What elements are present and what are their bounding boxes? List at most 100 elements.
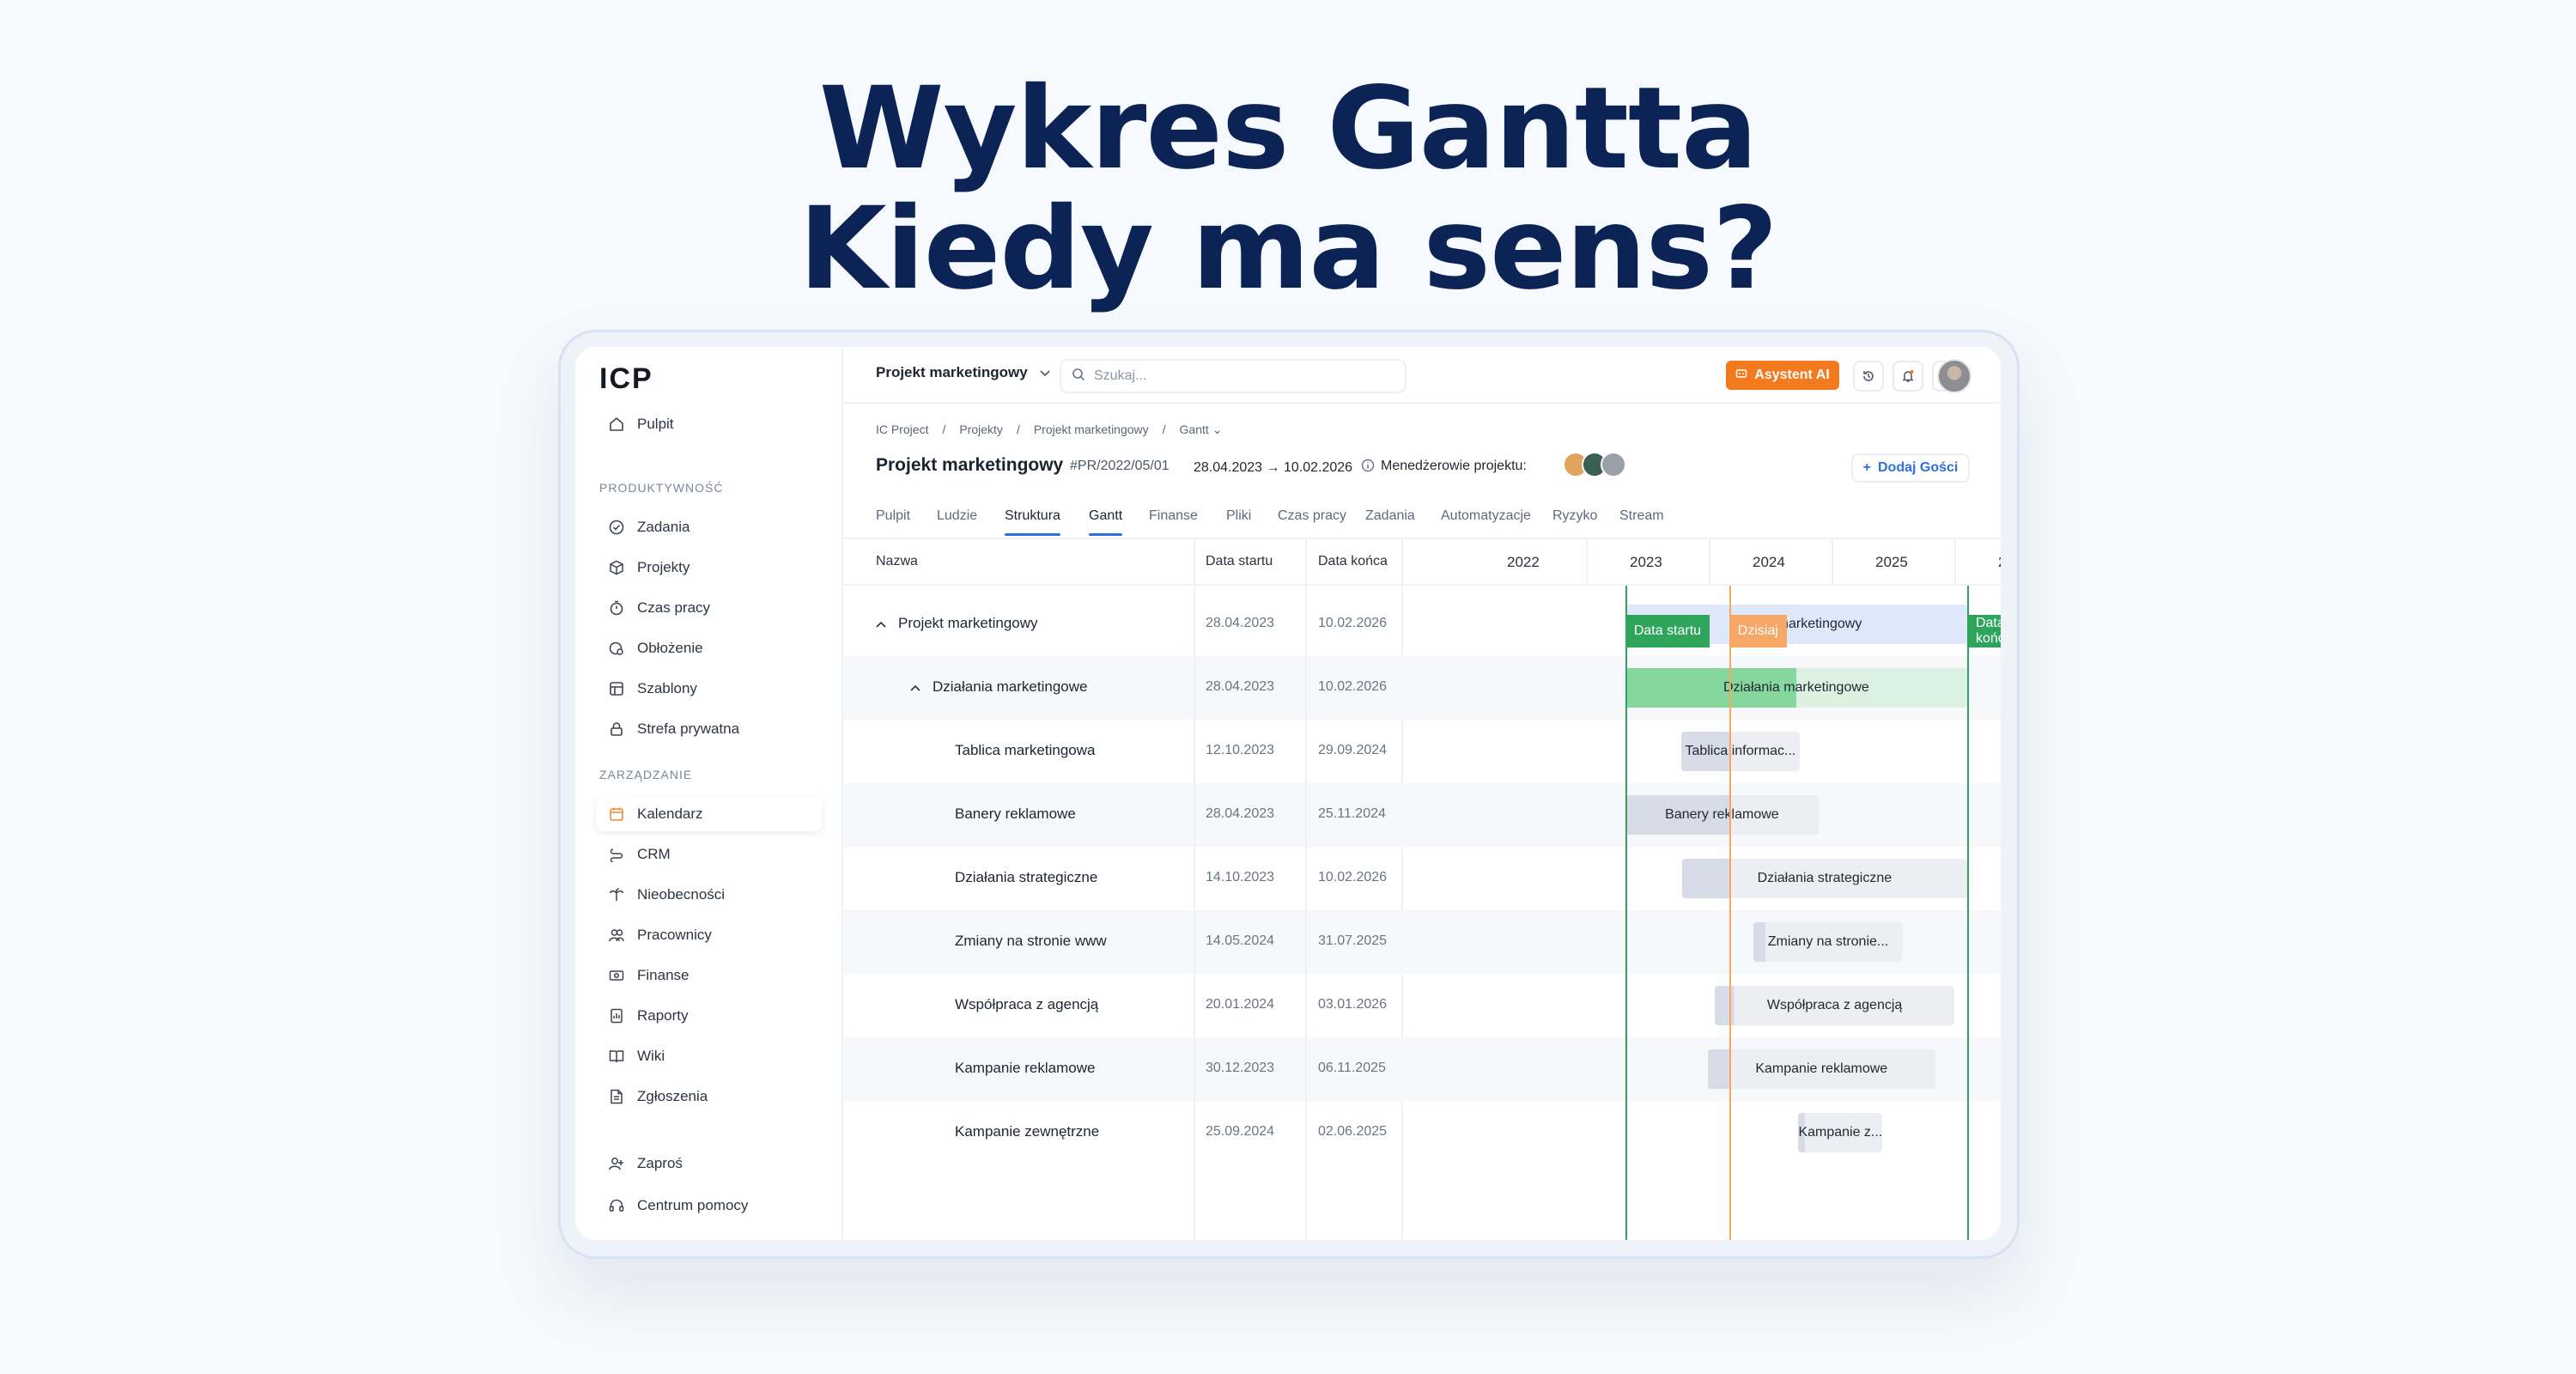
row-name: Zmiany na stronie www bbox=[955, 933, 1107, 949]
breadcrumb-project[interactable]: Projekt marketingowy bbox=[1034, 423, 1149, 437]
gantt-bar[interactable]: Zmiany na stronie... bbox=[1753, 922, 1903, 962]
gantt-bar[interactable]: Kampanie z... bbox=[1798, 1113, 1883, 1152]
tab-ryzyko[interactable]: Ryzyko bbox=[1552, 508, 1597, 524]
sidebar-item-label: CRM bbox=[637, 846, 671, 862]
row-end-date: 02.06.2025 bbox=[1318, 1124, 1388, 1139]
plus-icon: + bbox=[1862, 460, 1871, 475]
row-start-date: 14.10.2023 bbox=[1206, 870, 1275, 885]
sidebar-item-label: Finanse bbox=[637, 967, 690, 983]
search-box[interactable]: Szukaj... bbox=[1060, 359, 1406, 393]
row-name: Banery reklamowe bbox=[955, 806, 1076, 822]
user-avatar[interactable] bbox=[1937, 359, 1971, 393]
sidebar-item-czas-pracy[interactable]: Czas pracy bbox=[596, 591, 823, 625]
bell-icon[interactable] bbox=[1893, 361, 1923, 392]
sidebar-item-label: Obłożenie bbox=[637, 640, 703, 656]
gantt-bar[interactable]: Działania marketingowe bbox=[1625, 668, 1967, 708]
breadcrumb-projekty[interactable]: Projekty bbox=[959, 423, 1003, 437]
tab-pliki[interactable]: Pliki bbox=[1226, 508, 1251, 524]
tab-stream[interactable]: Stream bbox=[1619, 508, 1664, 524]
gantt-bar[interactable]: Działania strategiczne bbox=[1681, 859, 1967, 898]
sidebar-item-kalendarz[interactable]: Kalendarz bbox=[596, 797, 823, 831]
project-selector[interactable]: Projekt marketingowy bbox=[876, 364, 1050, 381]
project-code: #PR/2022/05/01 bbox=[1070, 459, 1170, 473]
sidebar-item-zapros[interactable]: Zaproś bbox=[596, 1146, 823, 1181]
sidebar-item-zgloszenia[interactable]: Zgłoszenia bbox=[596, 1079, 823, 1114]
row-start-date: 20.01.2024 bbox=[1206, 997, 1275, 1012]
sidebar-item-label: Czas pracy bbox=[637, 599, 711, 616]
ai-assistant-button[interactable]: Asystent AI bbox=[1726, 361, 1839, 390]
sidebar-item-pulpit[interactable]: Pulpit bbox=[596, 407, 823, 441]
logo[interactable]: ICP bbox=[599, 362, 653, 396]
info-icon[interactable] bbox=[1361, 459, 1375, 477]
tab-pulpit[interactable]: Pulpit bbox=[876, 508, 910, 524]
sidebar-item-pracownicy[interactable]: Pracownicy bbox=[596, 918, 823, 952]
column-header-name[interactable]: Nazwa bbox=[876, 554, 918, 569]
tab-zadania[interactable]: Zadania bbox=[1365, 508, 1415, 524]
row-name-cell: Działania strategiczne bbox=[955, 869, 1097, 886]
search-icon bbox=[1072, 368, 1085, 386]
sidebar-item-oblozenie[interactable]: Obłożenie bbox=[596, 631, 823, 666]
tab-ludzie[interactable]: Ludzie bbox=[937, 508, 977, 524]
sidebar-item-finanse[interactable]: Finanse bbox=[596, 958, 823, 993]
history-icon[interactable] bbox=[1853, 361, 1884, 392]
project-tabs: Pulpit Ludzie Struktura Gantt Finanse Pl… bbox=[843, 495, 2001, 539]
gantt-bar[interactable]: Współpraca z agencją bbox=[1714, 986, 1955, 1025]
managers-avatars[interactable] bbox=[1563, 452, 1626, 477]
gantt-bar[interactable]: Kampanie reklamowe bbox=[1707, 1049, 1935, 1089]
row-name-cell: Kampanie reklamowe bbox=[955, 1060, 1095, 1077]
column-divider bbox=[1194, 539, 1195, 1240]
top-bar: Projekt marketingowy Szukaj... Asystent … bbox=[843, 347, 2001, 404]
home-icon bbox=[608, 416, 625, 433]
year-label: 2024 bbox=[1753, 554, 1785, 570]
chevron-up-icon[interactable] bbox=[910, 678, 920, 696]
breadcrumb-gantt[interactable]: Gantt ⌄ bbox=[1180, 423, 1223, 437]
sidebar-item-szablony[interactable]: Szablony bbox=[596, 672, 823, 706]
today-marker-flag: Dzisiaj bbox=[1728, 615, 1787, 647]
tab-struktura[interactable]: Struktura bbox=[1005, 508, 1060, 536]
sidebar-section-management: ZARZĄDZANIE bbox=[599, 768, 693, 781]
column-header-start[interactable]: Data startu bbox=[1206, 554, 1273, 569]
book-icon bbox=[608, 1048, 625, 1065]
column-header-end[interactable]: Data końca bbox=[1318, 554, 1388, 569]
gantt-bar[interactable]: Banery reklamowe bbox=[1625, 795, 1820, 835]
sidebar-item-strefa-prywatna[interactable]: Strefa prywatna bbox=[596, 712, 823, 746]
sidebar-item-nieobecnosci[interactable]: Nieobecności bbox=[596, 878, 823, 912]
row-end-date: 10.02.2026 bbox=[1318, 679, 1388, 694]
row-end-date: 06.11.2025 bbox=[1318, 1061, 1386, 1075]
sidebar-item-label: Nieobecności bbox=[637, 886, 726, 903]
tab-automatyzacje[interactable]: Automatyzacje bbox=[1441, 508, 1531, 524]
gantt-bar-label: Współpraca z agencją bbox=[1766, 998, 1903, 1012]
year-separator bbox=[1708, 539, 1710, 586]
add-guests-button[interactable]: + Dodaj Gości bbox=[1851, 453, 1970, 483]
tab-finanse[interactable]: Finanse bbox=[1149, 508, 1198, 524]
start-date-marker-flag: Data startu bbox=[1625, 615, 1710, 647]
chevron-down-icon bbox=[1040, 364, 1050, 381]
headline: Wykres Gantta Kiedy ma sens? bbox=[0, 69, 2576, 309]
row-name-cell: Tablica marketingowa bbox=[955, 742, 1095, 759]
chevron-down-icon: ⌄ bbox=[1212, 423, 1223, 436]
tab-czas-pracy[interactable]: Czas pracy bbox=[1278, 508, 1346, 524]
tab-gantt[interactable]: Gantt bbox=[1089, 508, 1123, 536]
gantt-bar-label: Banery reklamowe bbox=[1665, 807, 1779, 822]
gantt-bar[interactable]: Tablica informac... bbox=[1681, 732, 1800, 771]
sidebar-item-zadania[interactable]: Zadania bbox=[596, 510, 823, 544]
sparkle-icon bbox=[1735, 368, 1747, 384]
breadcrumb-separator: / bbox=[942, 423, 946, 436]
search-input[interactable]: Szukaj... bbox=[1094, 368, 1146, 384]
sidebar-item-centrum-pomocy[interactable]: Centrum pomocy bbox=[596, 1189, 823, 1223]
row-name-cell: Współpraca z agencją bbox=[955, 996, 1098, 1013]
row-start-date: 25.09.2024 bbox=[1206, 1124, 1275, 1139]
sidebar-item-raporty[interactable]: Raporty bbox=[596, 999, 823, 1033]
sidebar-item-crm[interactable]: CRM bbox=[596, 837, 823, 872]
row-name-cell: Zmiany na stronie www bbox=[955, 933, 1107, 950]
row-name-cell: Banery reklamowe bbox=[955, 806, 1076, 823]
cube-icon bbox=[608, 559, 625, 576]
row-name-cell: Projekt marketingowy bbox=[876, 615, 1038, 632]
chevron-up-icon[interactable] bbox=[876, 615, 886, 632]
sidebar-item-projekty[interactable]: Projekty bbox=[596, 550, 823, 585]
sidebar-item-wiki[interactable]: Wiki bbox=[596, 1039, 823, 1073]
breadcrumb-ic-project[interactable]: IC Project bbox=[876, 423, 928, 437]
ai-assistant-label: Asystent AI bbox=[1754, 368, 1830, 382]
people-icon bbox=[608, 927, 625, 944]
check-circle-icon bbox=[608, 519, 625, 536]
